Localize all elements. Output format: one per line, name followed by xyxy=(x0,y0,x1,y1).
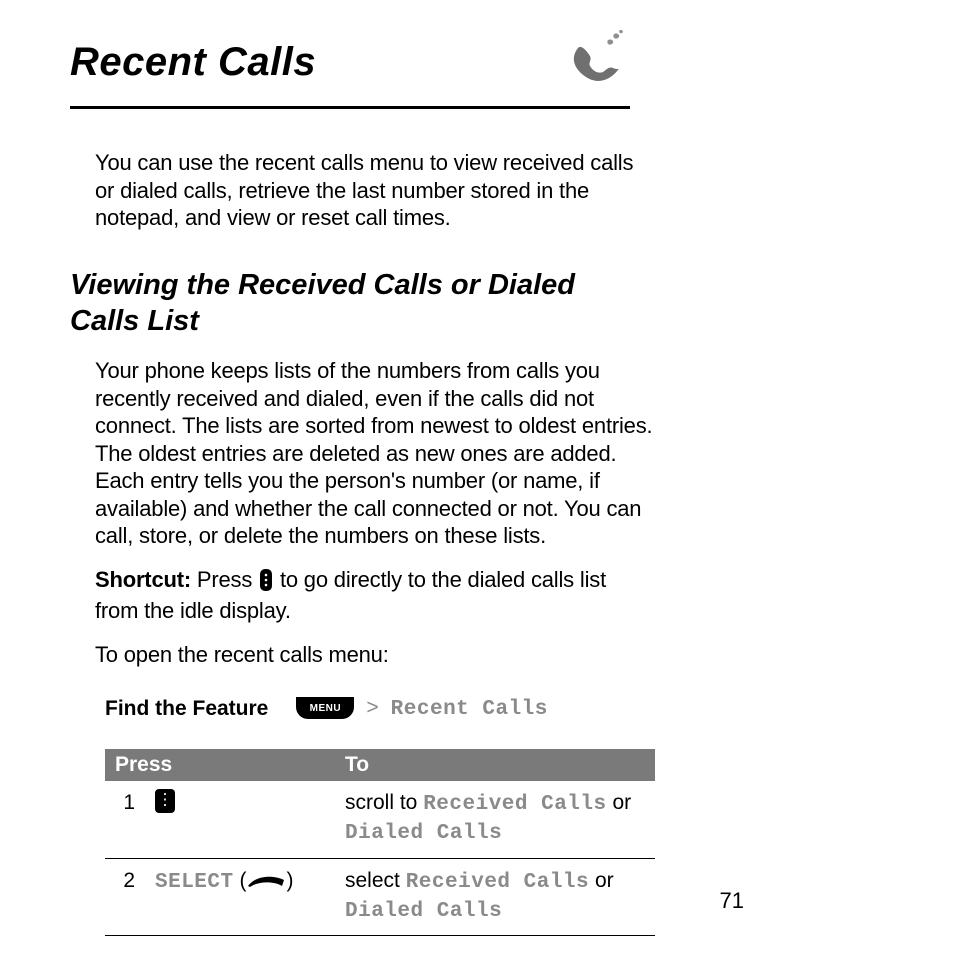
select-label: SELECT xyxy=(155,871,234,894)
find-the-feature-row: Find the Feature MENU > Recent Calls xyxy=(105,696,894,721)
section-heading: Viewing the Received Calls or Dialed Cal… xyxy=(70,267,630,340)
to-cell: scroll to Received Calls or Dialed Calls xyxy=(335,781,655,858)
shortcut-line: Shortcut: Press to go directly to the di… xyxy=(95,566,655,625)
page-number: 71 xyxy=(720,888,744,914)
nav-key-icon xyxy=(155,789,175,813)
step-number: 1 xyxy=(105,781,145,858)
find-label: Find the Feature xyxy=(105,697,268,721)
page-title: Recent Calls xyxy=(70,40,316,85)
phone-icon xyxy=(560,30,630,90)
press-cell xyxy=(145,781,335,858)
find-path: MENU > Recent Calls xyxy=(296,696,548,721)
ui-text: Received Calls xyxy=(406,871,589,894)
table-row: 1 scroll to Received Calls or Dialed Cal… xyxy=(105,781,655,858)
to-mid: or xyxy=(607,791,632,814)
to-mid: or xyxy=(589,869,614,892)
manual-page: Recent Calls You can use the recent call… xyxy=(0,0,954,954)
shortcut-label: Shortcut: xyxy=(95,567,191,592)
intro-paragraph: You can use the recent calls menu to vie… xyxy=(95,149,655,232)
scroll-key-icon xyxy=(258,569,274,598)
ui-text: Received Calls xyxy=(423,793,606,816)
title-row: Recent Calls xyxy=(70,40,630,109)
step-number: 2 xyxy=(105,858,145,936)
section-paragraph: Your phone keeps lists of the numbers fr… xyxy=(95,357,655,550)
paren-close: ) xyxy=(286,869,293,892)
to-pre: scroll to xyxy=(345,791,423,814)
paren-open: ( xyxy=(234,869,247,892)
ui-text: Dialed Calls xyxy=(345,822,502,845)
ui-text: Dialed Calls xyxy=(345,900,502,923)
to-cell: select Received Calls or Dialed Calls xyxy=(335,858,655,936)
path-target: Recent Calls xyxy=(391,698,548,721)
open-note: To open the recent calls menu: xyxy=(95,641,655,669)
col-header-to: To xyxy=(335,749,655,781)
shortcut-before: Press xyxy=(191,567,258,592)
path-separator: > xyxy=(366,698,379,721)
to-pre: select xyxy=(345,869,406,892)
table-row: 2 SELECT () select Received Calls or Dia… xyxy=(105,858,655,936)
col-header-press: Press xyxy=(105,749,335,781)
softkey-icon xyxy=(246,873,286,889)
menu-key-icon: MENU xyxy=(296,697,354,719)
press-cell: SELECT () xyxy=(145,858,335,936)
steps-table: Press To 1 scroll to Received Calls or D… xyxy=(105,749,655,936)
